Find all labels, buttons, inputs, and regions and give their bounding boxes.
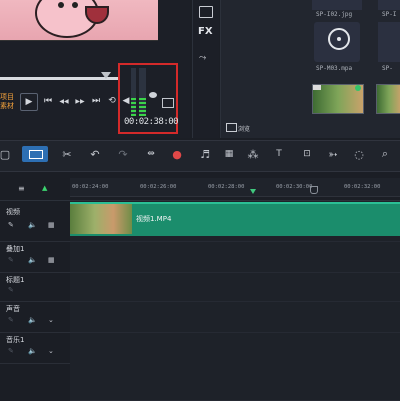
title-icon[interactable]: T xyxy=(272,147,286,161)
track-header-voice: 声音 ✎ 🔈 ⌄ xyxy=(0,302,70,333)
track-header-music: 音乐1 ✎ 🔈 ⌄ xyxy=(0,333,70,364)
track-lane-voice[interactable] xyxy=(70,302,400,333)
library-thumb-label: SP-I xyxy=(382,11,397,18)
step-forward-icon: ▶▶ xyxy=(75,97,85,105)
track-header-toolbar: ≡ ▲ xyxy=(0,178,70,200)
repeat-icon: ⟲ xyxy=(108,96,116,106)
track-motion-icon[interactable]: ➳ xyxy=(326,147,340,161)
edit-icon[interactable]: ✎ xyxy=(8,286,14,294)
zoom-icon[interactable]: ⌕ xyxy=(378,147,392,161)
end-button[interactable]: ⏭ xyxy=(90,95,102,107)
playhead-marker[interactable] xyxy=(250,189,256,194)
marker-icon[interactable] xyxy=(310,186,318,194)
chevron-down-icon[interactable]: ⌄ xyxy=(48,347,54,355)
ruler-label: 00:02:28:00 xyxy=(208,184,245,190)
track-lane-music[interactable] xyxy=(70,333,400,401)
track-name: 叠加1 xyxy=(6,245,25,253)
library-thumb[interactable] xyxy=(312,0,362,10)
timeline-clip-label: 视频1.MP4 xyxy=(136,215,172,223)
ruler-label: 00:02:26:00 xyxy=(140,184,177,190)
track-name: 声音 xyxy=(6,305,20,313)
browse-button[interactable]: 浏览 xyxy=(238,124,250,133)
track-header-video: 视频 ✎ 🔈 ▦ xyxy=(0,201,70,242)
vu-meter-right xyxy=(139,68,146,116)
track-header-overlay: 叠加1 ✎ 🔈 ▦ xyxy=(0,242,70,273)
redo-icon[interactable]: ↷ xyxy=(116,147,130,161)
media-icon[interactable] xyxy=(199,6,213,18)
edit-icon[interactable]: ✎ xyxy=(8,256,14,264)
track-header-title: 标题1 ✎ xyxy=(0,273,70,302)
ruler-label: 00:02:24:00 xyxy=(72,184,109,190)
speaker-icon[interactable]: 🔈 xyxy=(28,347,37,355)
fx-icon[interactable]: FX xyxy=(198,26,213,37)
video-frame-eye xyxy=(58,2,64,8)
volume-slider-knob[interactable] xyxy=(149,92,157,98)
library-thumb-label: SP-I02.jpg xyxy=(316,11,353,18)
video-frame-mouth xyxy=(85,6,109,24)
step-back-icon: ◀◀ xyxy=(59,97,69,105)
vu-meter-left xyxy=(131,68,136,116)
edit-icon[interactable]: ✎ xyxy=(8,221,14,229)
track-name: 标题1 xyxy=(6,276,25,284)
speaker-icon[interactable]: 🔈 xyxy=(28,316,37,324)
track-name: 音乐1 xyxy=(6,336,25,344)
clip-mode-label[interactable]: 素材 xyxy=(0,102,14,111)
library-tool-strip xyxy=(192,0,219,138)
chevron-down-icon[interactable]: ⌄ xyxy=(48,316,54,324)
path-icon[interactable]: ⤳ xyxy=(199,53,206,63)
ruler-label: 00:02:30:00 xyxy=(276,184,313,190)
next-frame-button[interactable]: ▶▶ xyxy=(74,95,86,107)
library-thumb-label: SP-M03.mpa xyxy=(316,65,353,72)
timeline-clip-thumbnail xyxy=(70,204,132,234)
edit-icon[interactable]: ✎ xyxy=(8,347,14,355)
tools-icon[interactable]: ✂ xyxy=(60,147,74,161)
library-thumb[interactable] xyxy=(378,0,400,10)
library-thumb-label: SP- xyxy=(382,65,393,72)
edit-icon[interactable]: ✎ xyxy=(8,316,14,324)
mask-icon[interactable]: ◌ xyxy=(352,147,366,161)
music-disc-center xyxy=(337,37,341,41)
video-preview[interactable] xyxy=(0,0,158,41)
audio-mixer-icon[interactable]: ♬ xyxy=(198,147,212,161)
library-thumb-video[interactable] xyxy=(376,84,400,114)
ruler-label: 00:02:32:00 xyxy=(344,184,381,190)
speaker-icon[interactable]: 🔈 xyxy=(28,221,37,229)
split-icon[interactable]: ⇹ xyxy=(144,147,158,161)
undo-icon[interactable]: ↶ xyxy=(88,147,102,161)
track-header-empty xyxy=(0,364,70,400)
scrubber-handle[interactable] xyxy=(101,72,111,79)
storyboard-view-icon[interactable]: ▢ xyxy=(0,147,10,161)
timeline-view-button[interactable] xyxy=(22,146,48,162)
add-track-icon[interactable]: ▲ xyxy=(42,184,47,192)
aspect-ratio-icon[interactable] xyxy=(162,98,174,108)
track-lane-overlay[interactable] xyxy=(70,242,400,273)
library-thumb[interactable] xyxy=(378,22,400,62)
previous-frame-button[interactable]: ◀◀ xyxy=(58,95,70,107)
grid-icon[interactable]: ▦ xyxy=(48,221,55,229)
track-lane-title[interactable] xyxy=(70,273,400,302)
library-panel xyxy=(220,0,400,138)
play-icon: ▶ xyxy=(25,97,33,107)
project-mode-label[interactable]: 项目 xyxy=(0,93,14,102)
home-button[interactable]: ⏮ xyxy=(42,95,54,107)
timecode-display[interactable]: 00:02:38:00 xyxy=(124,117,179,127)
timeline-view-icon xyxy=(29,150,43,159)
motion-icon[interactable]: ⁂ xyxy=(246,147,260,161)
video-frame-eye xyxy=(72,2,78,8)
video-badge-icon xyxy=(313,85,321,90)
grid-icon[interactable]: ▦ xyxy=(48,256,55,264)
speaker-icon[interactable]: 🔈 xyxy=(28,256,37,264)
track-name: 视频 xyxy=(6,208,20,216)
next-icon: ⏭ xyxy=(91,96,101,106)
project-clip-toggle[interactable]: 项目 素材 xyxy=(0,93,14,111)
play-button[interactable]: ▶ xyxy=(20,93,38,111)
check-icon xyxy=(355,85,361,91)
crop-icon[interactable]: ⊡ xyxy=(300,147,314,161)
auto-music-icon[interactable]: ▦ xyxy=(222,147,236,161)
previous-icon: ⏮ xyxy=(43,96,53,106)
track-manager-icon[interactable]: ≡ xyxy=(18,184,25,193)
repeat-button[interactable]: ⟲ xyxy=(106,95,118,107)
record-icon[interactable]: ● xyxy=(170,147,184,161)
browse-icon[interactable] xyxy=(226,123,237,132)
